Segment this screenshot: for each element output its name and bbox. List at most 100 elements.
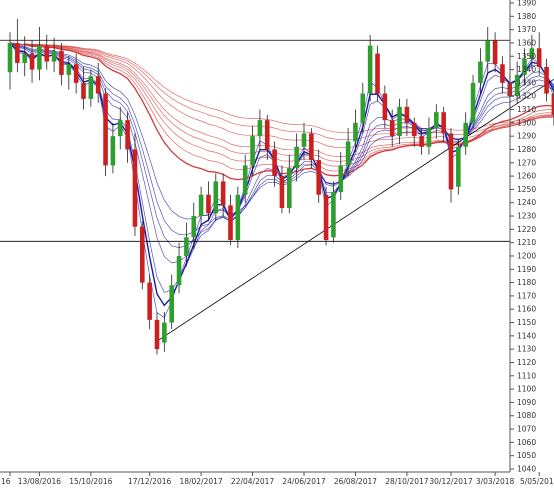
y-tick-label: 1370 xyxy=(517,25,536,34)
candle-bear xyxy=(419,136,424,147)
candle-bear xyxy=(264,120,270,150)
candle-bear xyxy=(536,48,542,67)
candlestick-chart: 1040 1050 1060 1070 1080 1090 1100 1110 1120 1130… xyxy=(0,0,554,490)
y-tick-label: 1280 xyxy=(517,145,536,154)
candle-bear xyxy=(309,133,314,161)
candle-bear xyxy=(272,149,277,177)
candle-bear xyxy=(103,93,108,166)
y-tick-label: 1140 xyxy=(517,331,536,340)
y-tick-label: 1210 xyxy=(517,238,536,247)
candle-bull xyxy=(213,181,219,214)
y-tick-label: 1110 xyxy=(517,371,536,380)
candle-bear xyxy=(389,120,395,137)
candle-bull xyxy=(162,322,167,343)
y-tick-label: 1250 xyxy=(517,185,536,194)
x-tick-label: 17/12/2016 xyxy=(128,477,171,486)
candle-bull xyxy=(478,61,483,83)
x-tick-label: 13/08/2016 xyxy=(18,477,61,486)
y-tick-label: 1040 xyxy=(517,465,536,474)
candle-bull xyxy=(110,136,116,166)
x-tick-label: 15/10/2016 xyxy=(69,477,112,486)
candle-bear xyxy=(59,50,64,75)
y-tick-label: 1200 xyxy=(517,251,536,260)
candle-bull xyxy=(66,64,72,75)
y-tick-label: 1190 xyxy=(517,265,536,274)
y-tick-label: 1180 xyxy=(517,278,536,287)
x-tick-label: 28/10/2017 xyxy=(385,477,428,486)
candle-bull xyxy=(397,106,402,137)
candle-bear xyxy=(316,160,321,195)
x-tick-label: 24/06/2017 xyxy=(282,477,325,486)
candle-bull xyxy=(470,82,476,123)
y-tick-label: 1170 xyxy=(517,291,536,300)
y-tick-label: 1290 xyxy=(517,132,536,141)
x-tick-label: 5/05/2018 xyxy=(520,477,554,486)
candle-bull xyxy=(434,112,439,129)
candle-bull xyxy=(184,237,189,256)
candle-bull xyxy=(169,285,174,323)
x-tick-label: 18/02/2017 xyxy=(179,477,222,486)
candle-bear xyxy=(15,42,20,63)
candle-bear xyxy=(125,120,130,150)
candle-bear xyxy=(279,176,285,209)
candle-bear xyxy=(411,122,417,137)
y-tick-label: 1270 xyxy=(517,158,536,167)
candle-bull xyxy=(360,93,366,123)
candle-bear xyxy=(404,106,410,123)
candle-bull xyxy=(338,165,344,193)
candle-bear xyxy=(382,93,388,121)
candle-bear xyxy=(206,194,211,214)
y-tick-label: 1320 xyxy=(517,92,536,101)
candle-bear xyxy=(448,133,454,190)
y-tick-label: 1330 xyxy=(517,78,536,87)
y-tick-label: 1050 xyxy=(517,451,536,460)
candle-bull xyxy=(294,146,299,169)
y-tick-label: 1380 xyxy=(517,12,536,21)
candle-bear xyxy=(375,53,380,94)
candle-bull xyxy=(37,45,42,70)
y-tick-label: 1350 xyxy=(517,52,536,61)
y-tick-label: 1100 xyxy=(517,385,536,394)
y-tick-label: 1160 xyxy=(517,305,536,314)
candle-bear xyxy=(500,64,505,83)
candle-bull xyxy=(456,146,461,187)
y-tick-label: 1060 xyxy=(517,438,536,447)
candle-bull xyxy=(51,50,57,62)
x-tick-label: 22/04/2017 xyxy=(231,477,274,486)
candle-bear xyxy=(441,112,446,134)
y-tick-label: 1070 xyxy=(517,425,536,434)
candle-bear xyxy=(220,181,226,206)
candle-bear xyxy=(323,194,329,240)
x-tick-label: 30/12/2017 xyxy=(429,477,472,486)
candle-bull xyxy=(485,40,491,62)
candle-bear xyxy=(228,205,233,240)
y-tick-label: 1220 xyxy=(517,225,536,234)
candle-bear xyxy=(492,40,498,65)
candle-bear xyxy=(81,82,86,99)
candle-bear xyxy=(132,149,138,227)
candle-bull xyxy=(257,120,263,137)
y-tick-label: 1360 xyxy=(517,38,536,47)
y-tick-label: 1340 xyxy=(517,65,536,74)
y-tick-label: 1310 xyxy=(517,105,536,114)
x-tick-label: 3/03/2018 xyxy=(476,477,515,486)
y-tick-label: 1300 xyxy=(517,118,536,127)
candle-bull xyxy=(301,133,307,147)
candle-bull xyxy=(88,76,94,99)
x-tick-label: 26/08/2017 xyxy=(334,477,377,486)
candle-bear xyxy=(140,226,145,283)
y-tick-label: 1090 xyxy=(517,398,536,407)
candle-bear xyxy=(95,76,101,94)
candle-bull xyxy=(7,42,13,73)
candle-bear xyxy=(147,282,152,320)
candle-bull xyxy=(22,53,27,63)
y-tick-label: 1230 xyxy=(517,212,536,221)
candle-bull xyxy=(287,168,292,209)
candle-bull xyxy=(176,255,182,286)
candle-bull xyxy=(250,136,255,166)
candle-bull xyxy=(198,194,204,217)
candle-bear xyxy=(44,45,50,62)
candle-bull xyxy=(367,45,373,94)
y-tick-label: 1130 xyxy=(517,345,536,354)
candle-bull xyxy=(463,122,468,147)
